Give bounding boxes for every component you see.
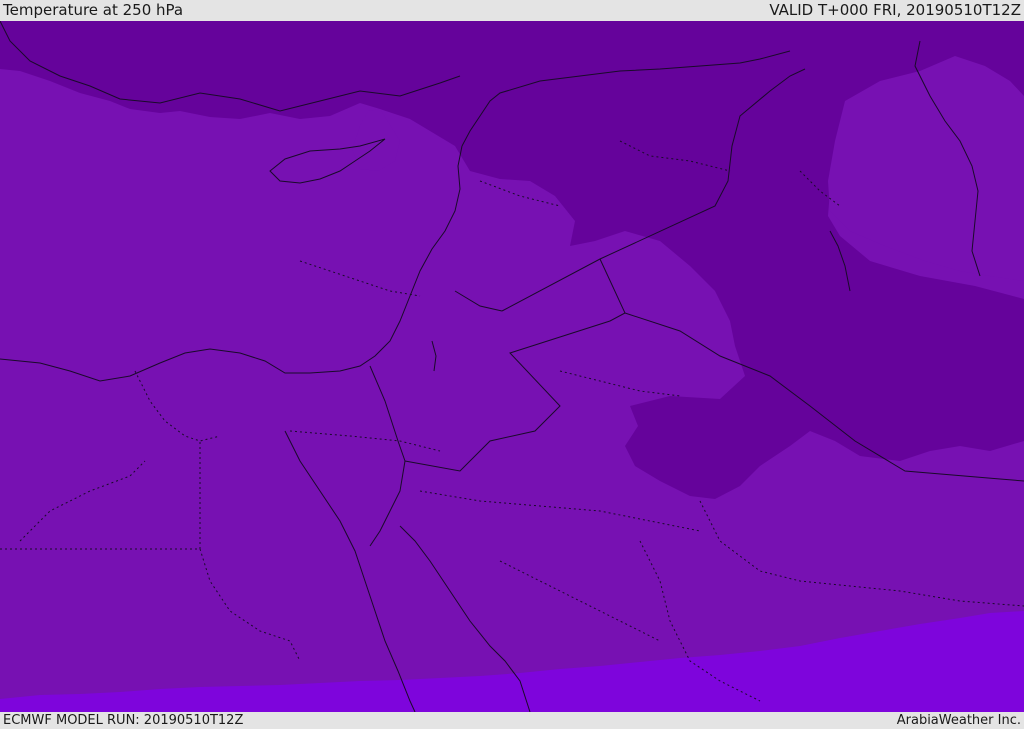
footer-bar: ECMWF MODEL RUN: 20190510T12Z ArabiaWeat… <box>0 712 1024 729</box>
model-run: ECMWF MODEL RUN: 20190510T12Z <box>3 713 244 728</box>
credit: ArabiaWeather Inc. <box>896 713 1021 728</box>
valid-time: VALID T+000 FRI, 20190510T12Z <box>769 1 1021 19</box>
header-bar: Temperature at 250 hPa VALID T+000 FRI, … <box>0 0 1024 21</box>
map-title: Temperature at 250 hPa <box>3 1 184 19</box>
temperature-map[interactable] <box>0 21 1024 712</box>
